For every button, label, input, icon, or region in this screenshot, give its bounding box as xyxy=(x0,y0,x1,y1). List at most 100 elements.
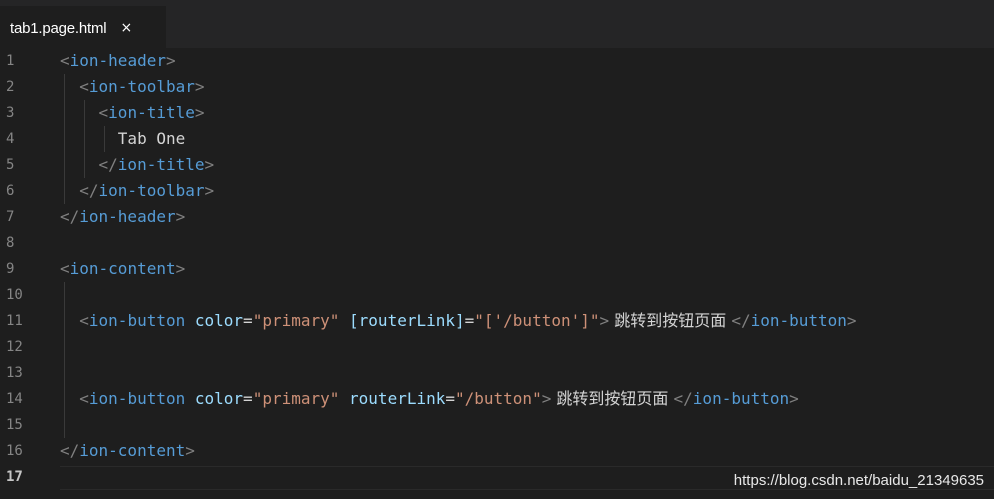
line-number: 8 xyxy=(6,235,15,251)
code-token: [routerLink] xyxy=(349,311,465,330)
code-text: </ion-content> xyxy=(60,438,195,464)
tab-tab1-page-html[interactable]: tab1.page.html × xyxy=(0,6,166,48)
code-token: 跳转到按钮页面 xyxy=(551,389,674,408)
code-text: <ion-content> xyxy=(60,256,185,282)
code-line[interactable]: 10 xyxy=(0,282,994,308)
line-number: 14 xyxy=(6,391,23,407)
line-number: 9 xyxy=(6,261,15,277)
code-token: ion-button xyxy=(88,389,186,408)
code-editor[interactable]: 1 <ion-header> 2 <ion-toolbar> 3 <ion-title… xyxy=(0,48,994,499)
close-icon[interactable]: × xyxy=(120,20,132,36)
line-number: 5 xyxy=(6,157,15,173)
code-token: > xyxy=(185,441,195,460)
line-number: 11 xyxy=(6,313,23,329)
code-token: > xyxy=(175,207,186,226)
code-token: ion-button xyxy=(88,311,186,330)
code-token: "primary" xyxy=(252,389,340,408)
code-token: > xyxy=(165,51,176,70)
code-text: <ion-button color="primary" routerLink="… xyxy=(60,386,799,412)
line-number: 7 xyxy=(6,209,15,225)
code-token: = xyxy=(445,389,455,408)
code-line[interactable]: 8 xyxy=(0,230,994,256)
watermark: https://blog.csdn.net/baidu_21349635 xyxy=(733,472,984,489)
code-token: = xyxy=(464,311,475,330)
code-line[interactable]: 13 xyxy=(0,360,994,386)
code-token: < xyxy=(79,311,89,330)
code-token: > xyxy=(541,389,552,408)
code-line[interactable]: 14 <ion-button color="primary" routerLin… xyxy=(0,386,994,412)
line-number: 16 xyxy=(6,443,23,459)
code-line[interactable]: 1 <ion-header> xyxy=(0,48,994,74)
code-token: </ xyxy=(731,311,751,330)
code-token: </ xyxy=(60,207,80,226)
code-token: ion-header xyxy=(79,207,176,226)
code-token: < xyxy=(79,389,89,408)
code-text: <ion-button color="primary" [routerLink]… xyxy=(60,308,857,334)
code-line[interactable]: 9 <ion-content> xyxy=(0,256,994,282)
code-text: </ion-title> xyxy=(60,152,215,178)
code-token: > xyxy=(846,311,857,330)
code-token: > xyxy=(204,155,215,174)
line-number: 13 xyxy=(6,365,23,381)
code-token: ion-button xyxy=(692,389,790,408)
code-token: = xyxy=(243,311,253,330)
code-line[interactable]: 16 </ion-content> xyxy=(0,438,994,464)
code-line[interactable]: 12 xyxy=(0,334,994,360)
code-token: ion-title xyxy=(108,103,195,122)
code-token: color xyxy=(194,389,244,408)
line-number: 10 xyxy=(6,287,23,303)
code-token: > xyxy=(789,389,799,408)
code-text: Tab One xyxy=(60,126,185,152)
code-token: ion-toolbar xyxy=(98,181,205,200)
code-line[interactable]: 4 Tab One xyxy=(0,126,994,152)
code-text: <ion-title> xyxy=(60,100,205,126)
tab-bar: tab1.page.html × xyxy=(0,0,994,48)
code-token: < xyxy=(60,259,70,278)
line-number: 1 xyxy=(6,53,15,69)
code-token: > xyxy=(204,181,215,200)
code-line[interactable]: 6 </ion-toolbar> xyxy=(0,178,994,204)
code-text: </ion-header> xyxy=(60,204,185,230)
code-line[interactable]: 7 </ion-header> xyxy=(0,204,994,230)
code-token: < xyxy=(98,103,109,122)
code-token: "primary" xyxy=(252,311,340,330)
code-token: </ xyxy=(673,389,693,408)
code-token: < xyxy=(60,51,70,70)
code-token: ion-title xyxy=(117,155,205,174)
code-token: ion-button xyxy=(750,311,847,330)
code-token: routerLink xyxy=(349,389,446,408)
code-line[interactable]: 5 </ion-title> xyxy=(0,152,994,178)
code-token: Tab One xyxy=(60,129,186,148)
code-token: ion-toolbar xyxy=(88,77,195,96)
line-number: 6 xyxy=(6,183,15,199)
code-token: ion-content xyxy=(69,259,176,278)
code-text: <ion-header> xyxy=(60,48,176,74)
code-token: 跳转到按钮页面 xyxy=(609,311,732,330)
code-token: ion-header xyxy=(69,51,166,70)
code-text: <ion-toolbar> xyxy=(60,74,205,100)
line-number: 17 xyxy=(6,469,23,485)
code-line[interactable]: 3 <ion-title> xyxy=(0,100,994,126)
code-token: < xyxy=(79,77,89,96)
code-token: > xyxy=(194,77,205,96)
code-token: ion-content xyxy=(79,441,186,460)
code-token: color xyxy=(194,311,244,330)
code-line[interactable]: 2 <ion-toolbar> xyxy=(0,74,994,100)
code-token: </ xyxy=(98,155,118,174)
tab-title: tab1.page.html xyxy=(10,19,107,37)
code-token: = xyxy=(243,389,253,408)
code-token: "/button" xyxy=(455,389,542,408)
code-line[interactable]: 15 xyxy=(0,412,994,438)
code-token: > xyxy=(175,259,186,278)
code-line[interactable]: 11 <ion-button color="primary" [routerLi… xyxy=(0,308,994,334)
code-token: > xyxy=(599,311,610,330)
code-token: > xyxy=(194,103,205,122)
code-text: </ion-toolbar> xyxy=(60,178,214,204)
